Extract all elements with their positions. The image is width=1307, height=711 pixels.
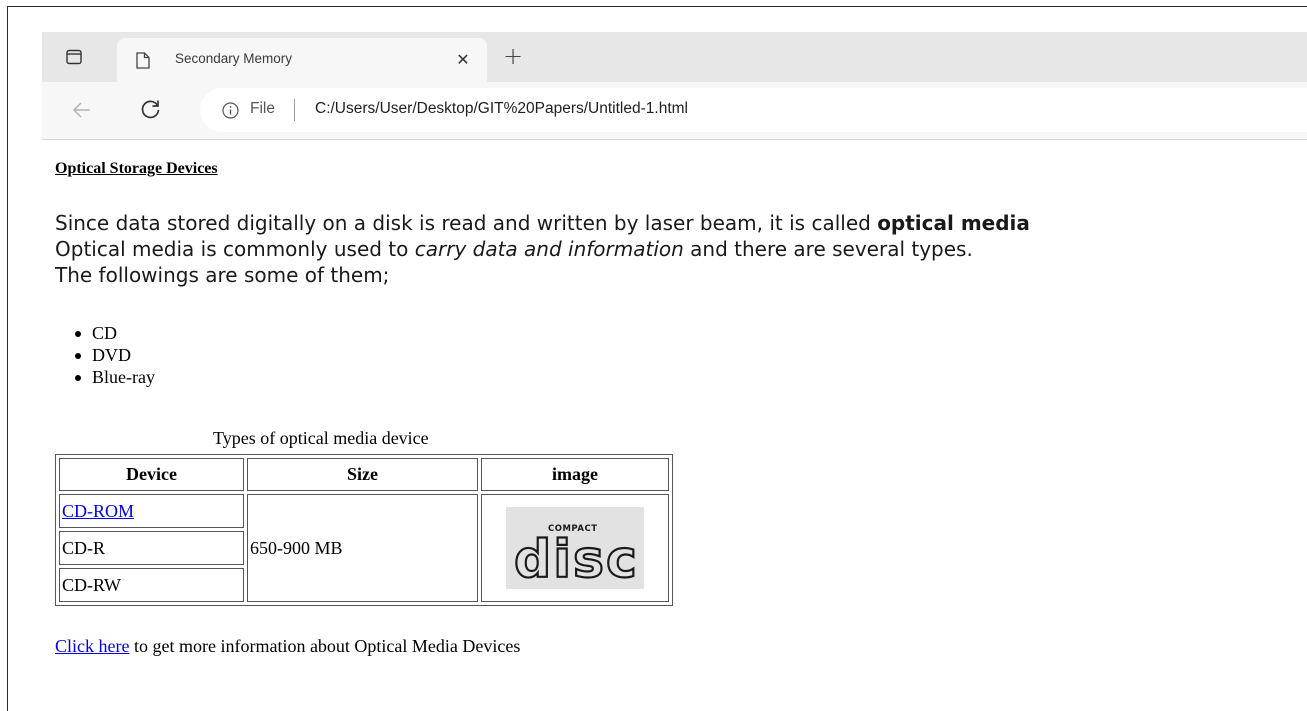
paragraph-line-2: Optical media is commonly used to carry … (55, 236, 1285, 262)
scheme-label: File (250, 100, 275, 117)
table-header-row: Device Size image (59, 458, 669, 491)
intro-paragraph: Since data stored digitally on a disk is… (55, 210, 1285, 288)
optical-media-bold: optical media (877, 211, 1030, 235)
paragraph-line-1-text: Since data stored digitally on a disk is… (55, 211, 878, 235)
tab-strip: Secondary Memory ✕ + (42, 32, 1307, 82)
address-bar[interactable]: File C:/Users/User/Desktop/GIT%20Papers/… (200, 88, 1307, 132)
more-info-line: Click here to get more information about… (55, 636, 520, 657)
header-size: Size (247, 458, 478, 491)
browser-chrome: Secondary Memory ✕ + File C:/Users/User/… (42, 32, 1307, 140)
table-caption: Types of optical media device (213, 428, 429, 448)
tab-actions-icon[interactable] (66, 49, 82, 65)
image-cell: COMPACT disc (481, 494, 669, 602)
compact-disc-logo-image: COMPACT disc (506, 507, 644, 591)
address-separator (294, 99, 295, 121)
list-item-blue-ray: Blue-ray (75, 367, 155, 387)
page-icon (136, 52, 150, 69)
tab-secondary-memory[interactable]: Secondary Memory ✕ (117, 38, 487, 82)
list-item-cd: CD (75, 322, 155, 344)
paragraph-line-1: Since data stored digitally on a disk is… (55, 210, 1285, 236)
info-icon[interactable] (222, 102, 239, 119)
navigation-bar: File C:/Users/User/Desktop/GIT%20Papers/… (42, 82, 1307, 140)
page-heading: Optical Storage Devices (55, 160, 218, 177)
close-tab-icon[interactable]: ✕ (453, 50, 473, 70)
header-device: Device (59, 458, 244, 491)
paragraph-line-3: The followings are some of them; (55, 263, 390, 287)
device-cell-cd-rw: CD-RW (59, 568, 244, 602)
back-arrow-icon[interactable] (72, 100, 92, 120)
paragraph-line-2-after: and there are several types. (683, 237, 973, 261)
tab-title: Secondary Memory (175, 51, 293, 66)
device-cell-cd-rom: CD-ROM (59, 494, 244, 528)
header-image: image (481, 458, 669, 491)
paragraph-line-2-before: Optical media is commonly used to (55, 237, 415, 261)
device-cell-cd-r: CD-R (59, 531, 244, 565)
url-text[interactable]: C:/Users/User/Desktop/GIT%20Papers/Untit… (315, 100, 688, 118)
list-item-dvd: DVD (75, 344, 155, 366)
svg-text:disc: disc (514, 530, 639, 589)
more-info-text: to get more information about Optical Me… (129, 636, 521, 656)
table-row: CD-ROM 650-900 MB COMPACT disc (59, 494, 669, 602)
click-here-link[interactable]: Click here (55, 636, 129, 656)
cd-rom-link[interactable]: CD-ROM (62, 501, 134, 521)
optical-media-table: Device Size image CD-ROM 650-900 MB COMP… (55, 454, 673, 606)
media-types-list: CD DVD Blue-ray (55, 322, 155, 388)
size-cell: 650-900 MB (247, 494, 478, 602)
carry-data-italic: carry data and information (414, 237, 684, 261)
new-tab-icon[interactable]: + (500, 43, 526, 69)
reload-icon[interactable] (140, 98, 162, 120)
